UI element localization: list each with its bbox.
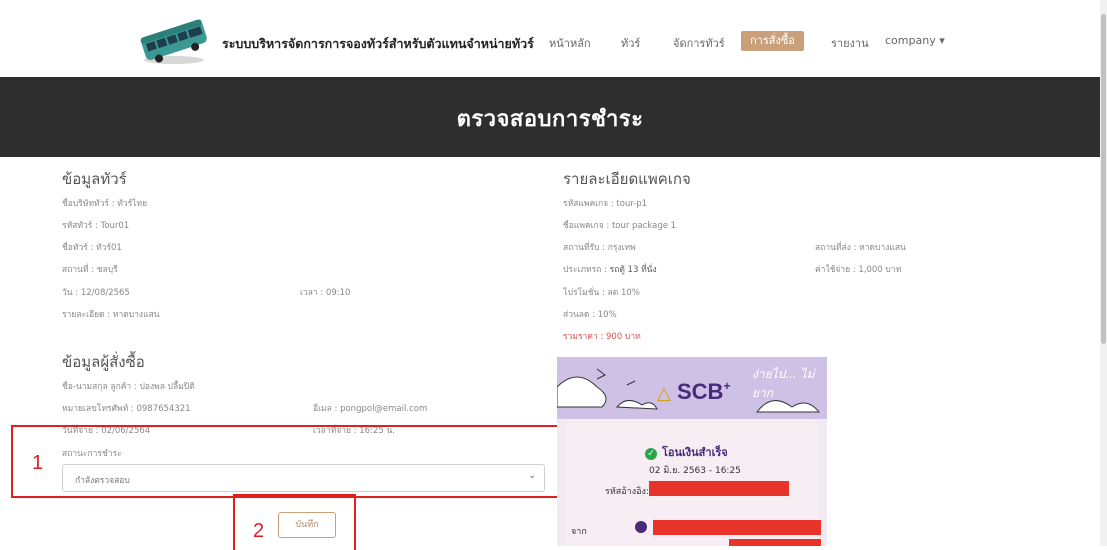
nav-company-dropdown[interactable]: company ▾ <box>885 34 945 47</box>
buyer-info-heading: ข้อมูลผู้สั่งซื้อ <box>62 353 145 371</box>
transfer-slip-image: △ SCB+ ง่ายไป... ไม่ยาก ✓ โอนเงินสำเร็จ 0… <box>557 357 827 546</box>
package-vehicle-value: รถตู้ 13 ที่นั่ง <box>609 265 657 275</box>
package-discount: ส่วนลด : 10% <box>563 310 617 320</box>
package-dropoff: สถานที่ส่ง : หาดบางแสน <box>815 243 906 253</box>
package-promotion: โปรโมชั่น : ลด 10% <box>563 288 640 298</box>
buyer-phone: หมายเลขโทรศัพท์ : 0987654321 <box>62 404 191 414</box>
package-total: รวมราคา : 900 บาท <box>563 332 641 342</box>
nav-tours[interactable]: ทัวร์ <box>621 34 640 52</box>
check-circle-icon: ✓ <box>645 448 657 460</box>
nav-manage-tours[interactable]: จัดการทัวร์ <box>673 34 725 52</box>
package-vehicle-type: ประเภทรถ : รถตู้ 13 ที่นั่ง <box>563 262 657 276</box>
slip-header: △ SCB+ ง่ายไป... ไม่ยาก <box>557 357 827 419</box>
tour-detail: รายละเอียด : หาดบางแสน <box>62 310 160 320</box>
redaction-bar <box>729 539 821 546</box>
annotation-box-2 <box>233 494 356 550</box>
nav-home[interactable]: หน้าหลัก <box>549 34 591 52</box>
transfer-success: ✓ โอนเงินสำเร็จ <box>645 443 728 461</box>
scb-logo-icon: △ <box>657 383 671 404</box>
tour-info-heading: ข้อมูลทัวร์ <box>62 170 127 188</box>
redaction-bar <box>653 520 821 535</box>
slip-ref-label: รหัสอ้างอิง: <box>605 487 649 497</box>
tour-company: ชื่อบริษัททัวร์ : ทัวร์ไทย <box>62 199 148 209</box>
tour-code: รหัสทัวร์ : Tour01 <box>62 221 130 231</box>
package-pickup: สถานที่รับ : กรุงเทพ <box>563 243 636 253</box>
tour-date: วัน : 12/08/2565 <box>62 288 130 298</box>
slip-from-label: จาก <box>571 527 587 537</box>
annotation-number-2: 2 <box>253 520 265 542</box>
nav-reports[interactable]: รายงาน <box>831 34 869 52</box>
tour-name: ชื่อทัวร์ : ทัวร์01 <box>62 243 122 253</box>
tour-place: สถานที่ : ชลบุรี <box>62 265 118 275</box>
nav-orders[interactable]: การสั่งซื้อ <box>741 31 804 51</box>
annotation-number-1: 1 <box>32 452 44 474</box>
package-name: ชื่อแพคเกจ : tour package 1 <box>563 221 677 231</box>
buyer-name: ชื่อ-นามสกุล ลูกค้า : ปองพล ปลื้มปิติ <box>62 382 195 392</box>
annotation-box-1 <box>11 425 568 498</box>
tour-time: เวลา : 09:10 <box>300 288 351 298</box>
package-code: รหัสแพคเกจ : tour-p1 <box>563 199 648 209</box>
buyer-email: อีเมล : pongpol@email.com <box>313 404 428 414</box>
bank-avatar-icon <box>635 521 647 533</box>
package-vehicle-label: ประเภทรถ : <box>563 265 610 275</box>
package-info-heading: รายละเอียดแพคเกจ <box>563 170 691 188</box>
scb-brand: SCB+ <box>677 379 731 404</box>
bus-logo-icon[interactable] <box>138 14 210 66</box>
page-header-banner: ตรวจสอบการชำระ <box>0 77 1100 157</box>
slip-datetime: 02 มิ.ย. 2563 - 16:25 <box>649 466 741 476</box>
package-cost: ค่าใช้จ่าย : 1,000 บาท <box>815 265 902 275</box>
page-title: ตรวจสอบการชำระ <box>456 107 644 132</box>
slip-slogan: ง่ายไป... ไม่ยาก <box>752 367 815 400</box>
top-navbar: ระบบบริหารจัดการการจองทัวร์สำหรับตัวแทนจ… <box>0 0 1107 77</box>
redaction-bar <box>649 481 789 496</box>
scrollbar-thumb[interactable] <box>1101 14 1106 344</box>
brand-title[interactable]: ระบบบริหารจัดการการจองทัวร์สำหรับตัวแทนจ… <box>222 34 534 54</box>
